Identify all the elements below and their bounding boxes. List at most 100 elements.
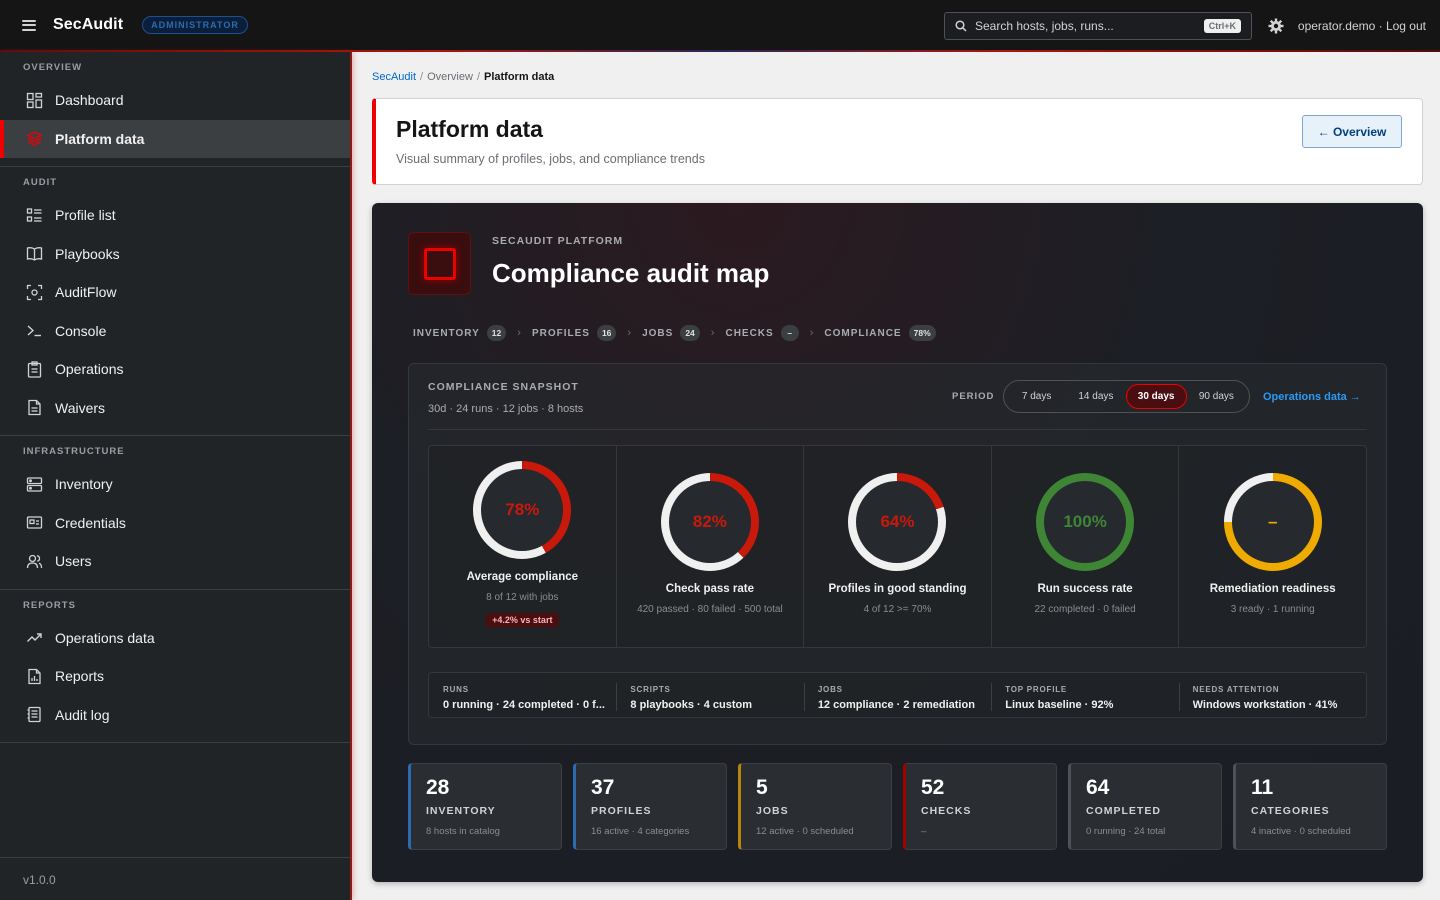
summary-value: 12 compliance · 2 remediation: [817, 699, 975, 711]
progress-ring: 100%: [1036, 473, 1135, 571]
period-option[interactable]: 14 days: [1066, 384, 1125, 409]
breadcrumb-current: Platform data: [484, 71, 555, 83]
nav-section-reports: REPORTS Operations data Reports Audit lo…: [0, 590, 350, 743]
sidebar-item-audit-log[interactable]: Audit log: [0, 696, 350, 735]
trend-icon: [26, 629, 43, 646]
progress-ring: 64%: [848, 473, 947, 571]
back-to-overview-button[interactable]: ← Overview: [1302, 115, 1402, 148]
dashboard-icon: [26, 92, 43, 109]
gear-icon[interactable]: [1268, 18, 1284, 34]
gauge-value: 100%: [1044, 481, 1127, 563]
shortcut-hint: Ctrl+K: [1203, 19, 1241, 33]
search-input[interactable]: [975, 19, 1195, 33]
stat-label: CHECKS: [921, 805, 972, 817]
sidebar-item-dashboard[interactable]: Dashboard: [0, 81, 350, 120]
stat-subtext: 4 inactive · 0 scheduled: [1251, 826, 1351, 837]
pipeline-step-count: –: [780, 325, 799, 341]
sidebar-item-operations[interactable]: Operations: [0, 350, 350, 389]
stat-label: PROFILES: [591, 805, 652, 817]
pipeline-step[interactable]: JOBS 24: [642, 325, 700, 341]
pipeline-step-count: 78%: [908, 325, 936, 341]
sidebar-item-credentials[interactable]: Credentials: [0, 504, 350, 543]
stat-card[interactable]: 64 COMPLETED 0 running · 24 total: [1068, 763, 1222, 850]
gauge-card: 78% Average compliance 8 of 12 with jobs +4…: [429, 446, 617, 647]
sidebar-item-auditflow[interactable]: AuditFlow: [0, 273, 350, 312]
period-label: PERIOD: [952, 391, 995, 402]
search-box[interactable]: Ctrl+K: [944, 12, 1252, 40]
period-option[interactable]: 7 days: [1007, 384, 1066, 409]
user-menu[interactable]: operator.demo · Log out: [1298, 19, 1426, 33]
chevron-right-icon: ›: [627, 327, 632, 339]
pipeline-step-count: 12: [486, 325, 507, 341]
stat-number: 28: [426, 776, 450, 799]
summary-value: 0 running · 24 completed · 0 f...: [443, 699, 605, 711]
period-option[interactable]: 90 days: [1187, 384, 1246, 409]
platform-logo: [408, 232, 471, 295]
gauge-label: Profiles in good standing: [828, 583, 967, 595]
stat-cards: 28 INVENTORY 8 hosts in catalog 37 PROFILES 1…: [408, 763, 1387, 850]
pipeline-step-label: INVENTORY: [413, 327, 480, 339]
sidebar-item-inventory[interactable]: Inventory: [0, 465, 350, 504]
sidebar-item-console[interactable]: Console: [0, 312, 350, 351]
sidebar-item-label: Audit log: [55, 706, 110, 723]
gauge-sublabel: 8 of 12 with jobs: [486, 592, 559, 603]
sidebar-item-label: Console: [55, 322, 107, 339]
stat-card[interactable]: 37 PROFILES 16 active · 4 categories: [573, 763, 727, 850]
stat-number: 5: [756, 776, 768, 799]
pipeline-step[interactable]: PROFILES 16: [532, 325, 617, 341]
summary-item: JOBS 12 compliance · 2 remediation: [803, 673, 991, 717]
gauge-row: 78% Average compliance 8 of 12 with jobs +4…: [428, 445, 1367, 648]
pipeline-step[interactable]: COMPLIANCE 78%: [824, 325, 936, 341]
sidebar-item-waivers[interactable]: Waivers: [0, 389, 350, 428]
sidebar-item-reports[interactable]: Reports: [0, 657, 350, 696]
summary-label: SCRIPTS: [630, 685, 671, 694]
pipeline-step[interactable]: INVENTORY 12: [413, 325, 507, 341]
summary-item: TOP PROFILE Linux baseline · 92%: [991, 673, 1178, 717]
stat-subtext: 0 running · 24 total: [1086, 826, 1166, 837]
sidebar-item-profile-list[interactable]: Profile list: [0, 196, 350, 235]
stat-card[interactable]: 5 JOBS 12 active · 0 scheduled: [738, 763, 892, 850]
sidebar-item-platform-data[interactable]: Platform data: [0, 119, 350, 158]
stat-number: 11: [1251, 776, 1274, 799]
terminal-icon: [26, 322, 43, 339]
stat-subtext: 12 active · 0 scheduled: [756, 826, 854, 837]
stat-label: INVENTORY: [426, 805, 496, 817]
sidebar-item-label: Reports: [55, 668, 105, 685]
sidebar-item-users[interactable]: Users: [0, 542, 350, 581]
nav-section-infrastructure: INFRASTRUCTURE Inventory Credentials Use…: [0, 436, 350, 590]
dashboard-eyebrow: SECAUDIT PLATFORM: [492, 235, 624, 247]
summary-item: SCRIPTS 8 playbooks · 4 custom: [616, 673, 803, 717]
pipeline-step-label: COMPLIANCE: [824, 327, 902, 339]
sidebar-item-label: Dashboard: [55, 92, 124, 109]
stat-card[interactable]: 52 CHECKS –: [903, 763, 1057, 850]
stat-card[interactable]: 28 INVENTORY 8 hosts in catalog: [408, 763, 562, 850]
brand-name[interactable]: SecAudit: [53, 16, 123, 34]
progress-ring: 82%: [660, 473, 759, 571]
summary-value: Windows workstation · 41%: [1192, 699, 1338, 711]
hamburger-menu-icon[interactable]: [22, 19, 36, 31]
breadcrumb-link-root[interactable]: SecAudit: [372, 71, 416, 83]
role-badge: ADMINISTRATOR: [142, 16, 248, 34]
stat-label: JOBS: [756, 805, 789, 817]
pipeline-step[interactable]: CHECKS –: [725, 325, 799, 341]
summary-label: NEEDS ATTENTION: [1192, 685, 1280, 694]
operations-data-link[interactable]: Operations data →: [1263, 391, 1361, 403]
summary-strip: RUNS 0 running · 24 completed · 0 f... SCR…: [428, 672, 1367, 718]
pipeline-step-label: CHECKS: [725, 327, 774, 339]
section-title: INFRASTRUCTURE: [23, 446, 125, 457]
breadcrumb-link-parent[interactable]: Overview: [427, 71, 473, 83]
period-option[interactable]: 30 days: [1125, 384, 1187, 409]
compliance-snapshot: COMPLIANCE SNAPSHOT 30d · 24 runs · 12 j…: [408, 363, 1387, 745]
app-version: v1.0.0: [23, 873, 56, 887]
sidebar-item-operations-data[interactable]: Operations data: [0, 619, 350, 658]
gauge-sublabel: 3 ready · 1 running: [1230, 604, 1315, 615]
section-title: REPORTS: [23, 599, 76, 611]
log-icon: [26, 706, 43, 723]
gauge-card: 82% Check pass rate 420 passed · 80 failed…: [617, 446, 805, 647]
top-bar: SecAudit ADMINISTRATOR Ctrl+K operator.d…: [0, 0, 1440, 52]
breadcrumb: SecAudit / Overview / Platform data: [372, 71, 555, 83]
summary-label: JOBS: [817, 685, 843, 694]
stat-card[interactable]: 11 CATEGORIES 4 inactive · 0 scheduled: [1233, 763, 1387, 850]
server-icon: [26, 476, 43, 493]
sidebar-item-playbooks[interactable]: Playbooks: [0, 235, 350, 274]
